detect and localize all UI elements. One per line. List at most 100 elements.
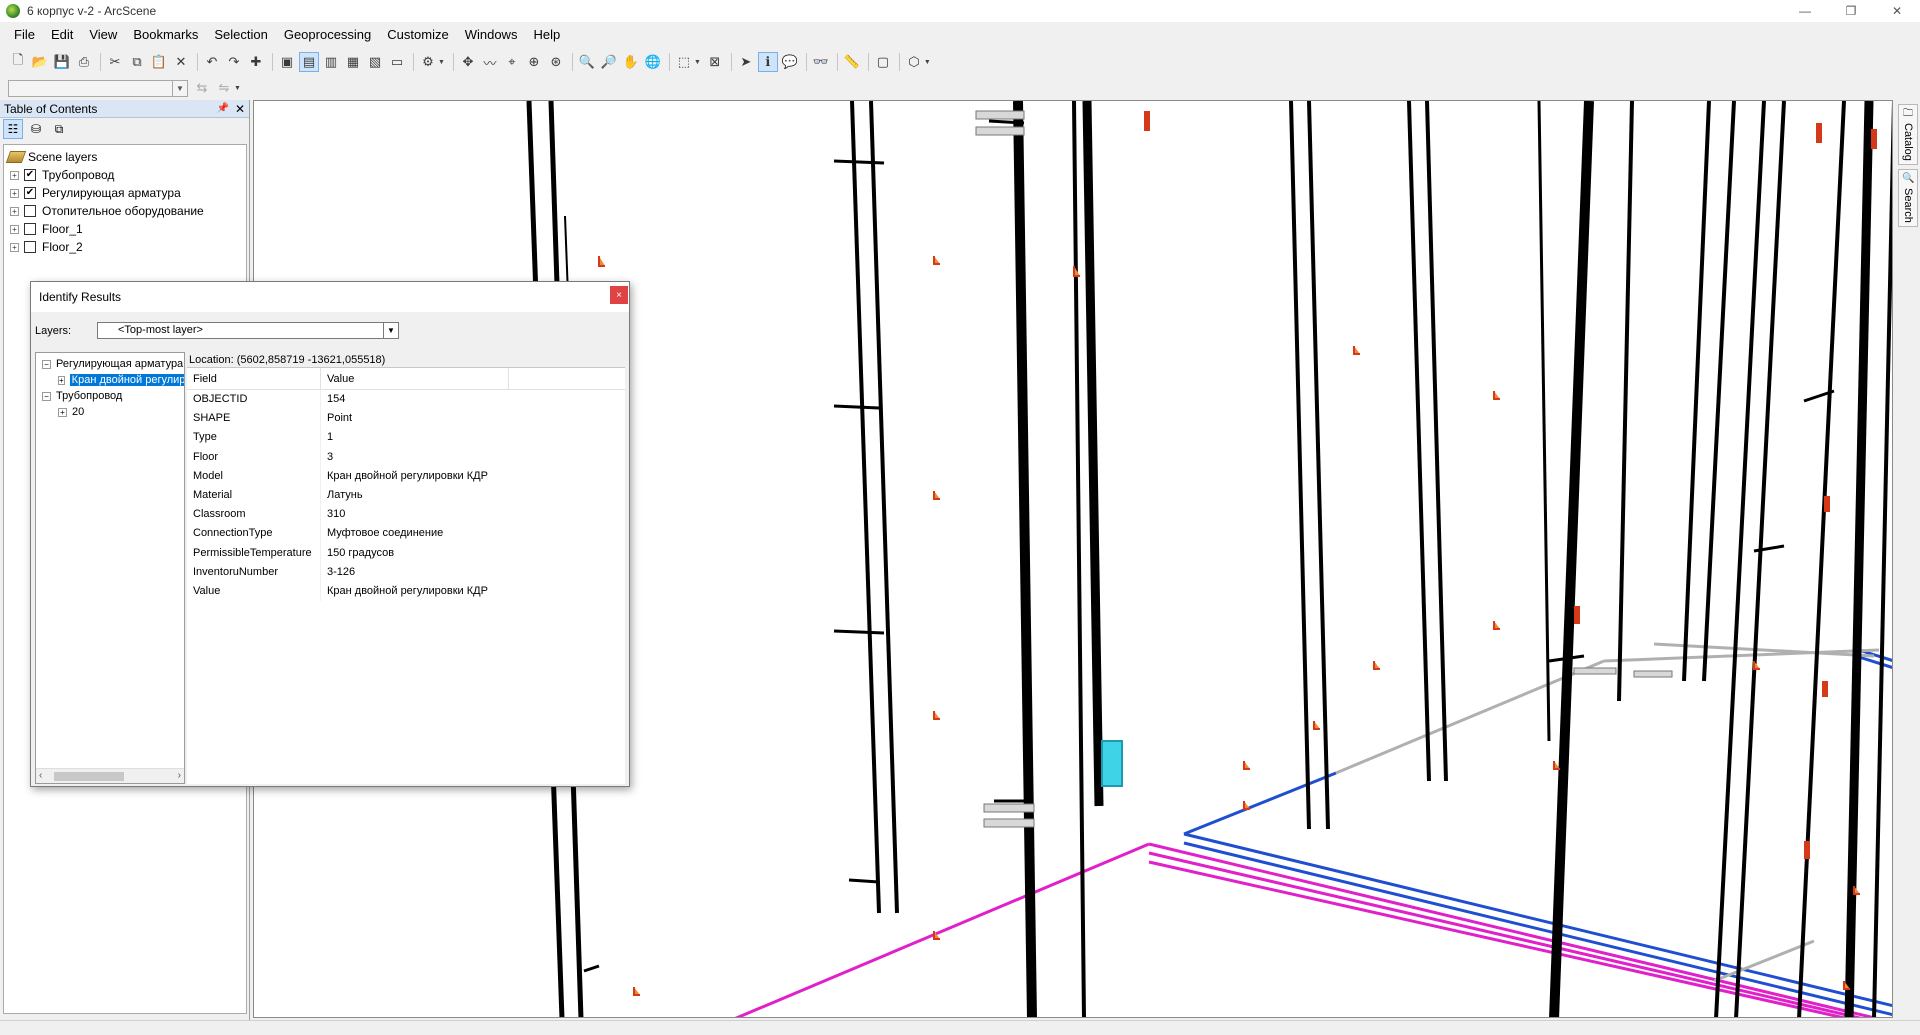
python-window-icon[interactable]: ▭ [387,52,407,72]
menu-geoprocessing[interactable]: Geoprocessing [276,24,379,46]
result-layer-node[interactable]: − Трубопровод [36,388,184,404]
save-icon[interactable]: 💾 [52,52,72,72]
zoom-in-icon[interactable]: 🔍 [577,52,597,72]
attribute-row[interactable]: Floor 3 [187,447,625,467]
pin-icon[interactable]: 📌 [217,103,229,114]
select-features-icon[interactable]: ⬚ [674,52,694,72]
paste-icon[interactable]: 📋 [149,52,169,72]
scene-properties-icon[interactable]: ▣ [277,52,297,72]
dropdown-arrow-icon[interactable]: ▼ [234,85,241,92]
full-extent-globe-icon[interactable]: 🌐 [643,52,663,72]
expand-icon[interactable]: + [58,375,65,385]
menu-file[interactable]: File [6,24,43,46]
fly-icon[interactable]: 〰 [480,52,500,72]
identify-icon[interactable]: ℹ [757,52,778,72]
clear-selection-icon[interactable]: ⊠ [705,52,725,72]
selected-valve-highlight[interactable] [1101,740,1123,787]
viewer-window-icon[interactable]: ▢ [873,52,893,72]
add-data-icon[interactable]: ✚ [246,52,266,72]
dropdown-arrow-icon[interactable]: ▼ [438,59,445,66]
toc-layer-item[interactable]: + ✔ Трубопровод [4,166,246,184]
print-icon[interactable]: ⎙ [74,52,94,72]
search-window-icon[interactable]: ▦ [343,52,363,72]
red-valve-blocks[interactable] [1144,111,1877,859]
flicker-layer-icon[interactable]: ⇋ [214,78,234,98]
toc-window-icon[interactable]: ▤ [299,52,319,72]
attribute-row[interactable]: SHAPE Point [187,409,625,429]
result-feature-node[interactable]: + Кран двойной регулировки КДР [36,372,184,388]
layer-visibility-checkbox[interactable] [24,223,36,235]
menu-view[interactable]: View [81,24,125,46]
result-feature-node[interactable]: + 20 [36,404,184,420]
menu-edit[interactable]: Edit [43,24,81,46]
list-by-drawing-order-icon[interactable]: ☷ [3,119,23,139]
close-icon[interactable]: ✕ [235,102,245,116]
menu-customize[interactable]: Customize [379,24,456,46]
scrollbar-thumb[interactable] [54,772,124,781]
collapse-icon[interactable]: − [42,391,51,401]
expand-icon[interactable]: + [10,170,19,180]
list-by-source-icon[interactable]: ⛁ [26,119,46,139]
restore-button[interactable]: ❐ [1828,0,1874,22]
attribute-row[interactable]: Value Кран двойной регулировки КДР [187,581,625,602]
attribute-row[interactable]: Material Латунь [187,485,625,506]
expand-icon[interactable]: + [10,242,19,252]
attribute-row[interactable]: OBJECTID 154 [187,390,625,410]
result-layer-node[interactable]: − Регулирующая арматура [36,356,184,372]
select-elements-arrow-icon[interactable]: ➤ [736,52,756,72]
cut-icon[interactable]: ✂ [105,52,125,72]
attribute-row[interactable]: Classroom 310 [187,505,625,525]
3d-effects-cube-icon[interactable]: ⬡ [904,52,924,72]
layer-visibility-checkbox[interactable] [24,205,36,217]
layer-visibility-checkbox[interactable] [24,241,36,253]
open-folder-icon[interactable]: 📂 [30,52,50,72]
layer-visibility-checkbox[interactable]: ✔ [24,187,36,199]
value-column-header[interactable]: Value [321,368,509,389]
menu-help[interactable]: Help [525,24,568,46]
layer-combo-box[interactable]: ▼ [8,79,188,97]
menu-bookmarks[interactable]: Bookmarks [125,24,206,46]
valve-markers[interactable] [598,256,1860,996]
attribute-row[interactable]: InventoruNumber 3-126 [187,562,625,582]
menu-windows[interactable]: Windows [457,24,526,46]
dropdown-arrow-icon[interactable]: ▼ [924,59,931,66]
attribute-row[interactable]: PermissibleTemperature 150 градусов [187,543,625,563]
collapse-icon[interactable]: − [42,359,51,369]
zoom-to-target-icon[interactable]: ⊕ [524,52,544,72]
toc-layer-item[interactable]: + ✔ Регулирующая арматура [4,184,246,202]
arctoolbox-icon[interactable]: ▧ [365,52,385,72]
find-binoculars-icon[interactable]: 👓 [811,52,831,72]
catalog-tab[interactable]: 🗀 Catalog [1898,104,1918,165]
toc-layer-item[interactable]: + Floor_1 [4,220,246,238]
html-popup-icon[interactable]: 💬 [780,52,800,72]
scroll-left-icon[interactable]: ‹ [39,770,42,781]
zoom-out-icon[interactable]: 🔎 [599,52,619,72]
center-on-target-icon[interactable]: ⌖ [502,52,522,72]
new-document-icon[interactable]: 🗋 [8,52,28,72]
list-by-selection-icon[interactable]: ⧉ [49,119,69,139]
toc-layer-item[interactable]: + Отопительное оборудование [4,202,246,220]
expand-icon[interactable]: + [58,407,67,417]
expand-icon[interactable]: + [10,188,19,198]
toc-layer-item[interactable]: + Floor_2 [4,238,246,256]
menu-selection[interactable]: Selection [206,24,275,46]
dialog-title-bar[interactable]: Identify Results × [31,282,629,312]
attribute-row[interactable]: Type 1 [187,428,625,448]
copy-icon[interactable]: ⧉ [127,52,147,72]
attribute-row[interactable]: Model Кран двойной регулировки КДР [187,466,625,486]
undo-icon[interactable]: ↶ [202,52,222,72]
redo-icon[interactable]: ↷ [224,52,244,72]
dialog-close-button[interactable]: × [610,286,628,304]
navigate-icon[interactable]: ✥ [458,52,478,72]
horizontal-scrollbar[interactable]: ‹ › [36,768,184,783]
search-tab[interactable]: 🔍 Search [1898,168,1918,227]
close-window-button[interactable]: ✕ [1874,0,1920,22]
set-observer-icon[interactable]: ⊛ [546,52,566,72]
catalog-window-icon[interactable]: ▥ [321,52,341,72]
pan-hand-icon[interactable]: ✋ [621,52,641,72]
expand-icon[interactable]: + [10,206,19,216]
swipe-layer-icon[interactable]: ⇆ [192,78,212,98]
minimize-button[interactable]: — [1782,0,1828,22]
expand-icon[interactable]: + [10,224,19,234]
layers-dropdown[interactable]: <Top-most layer> ▼ [97,322,399,339]
